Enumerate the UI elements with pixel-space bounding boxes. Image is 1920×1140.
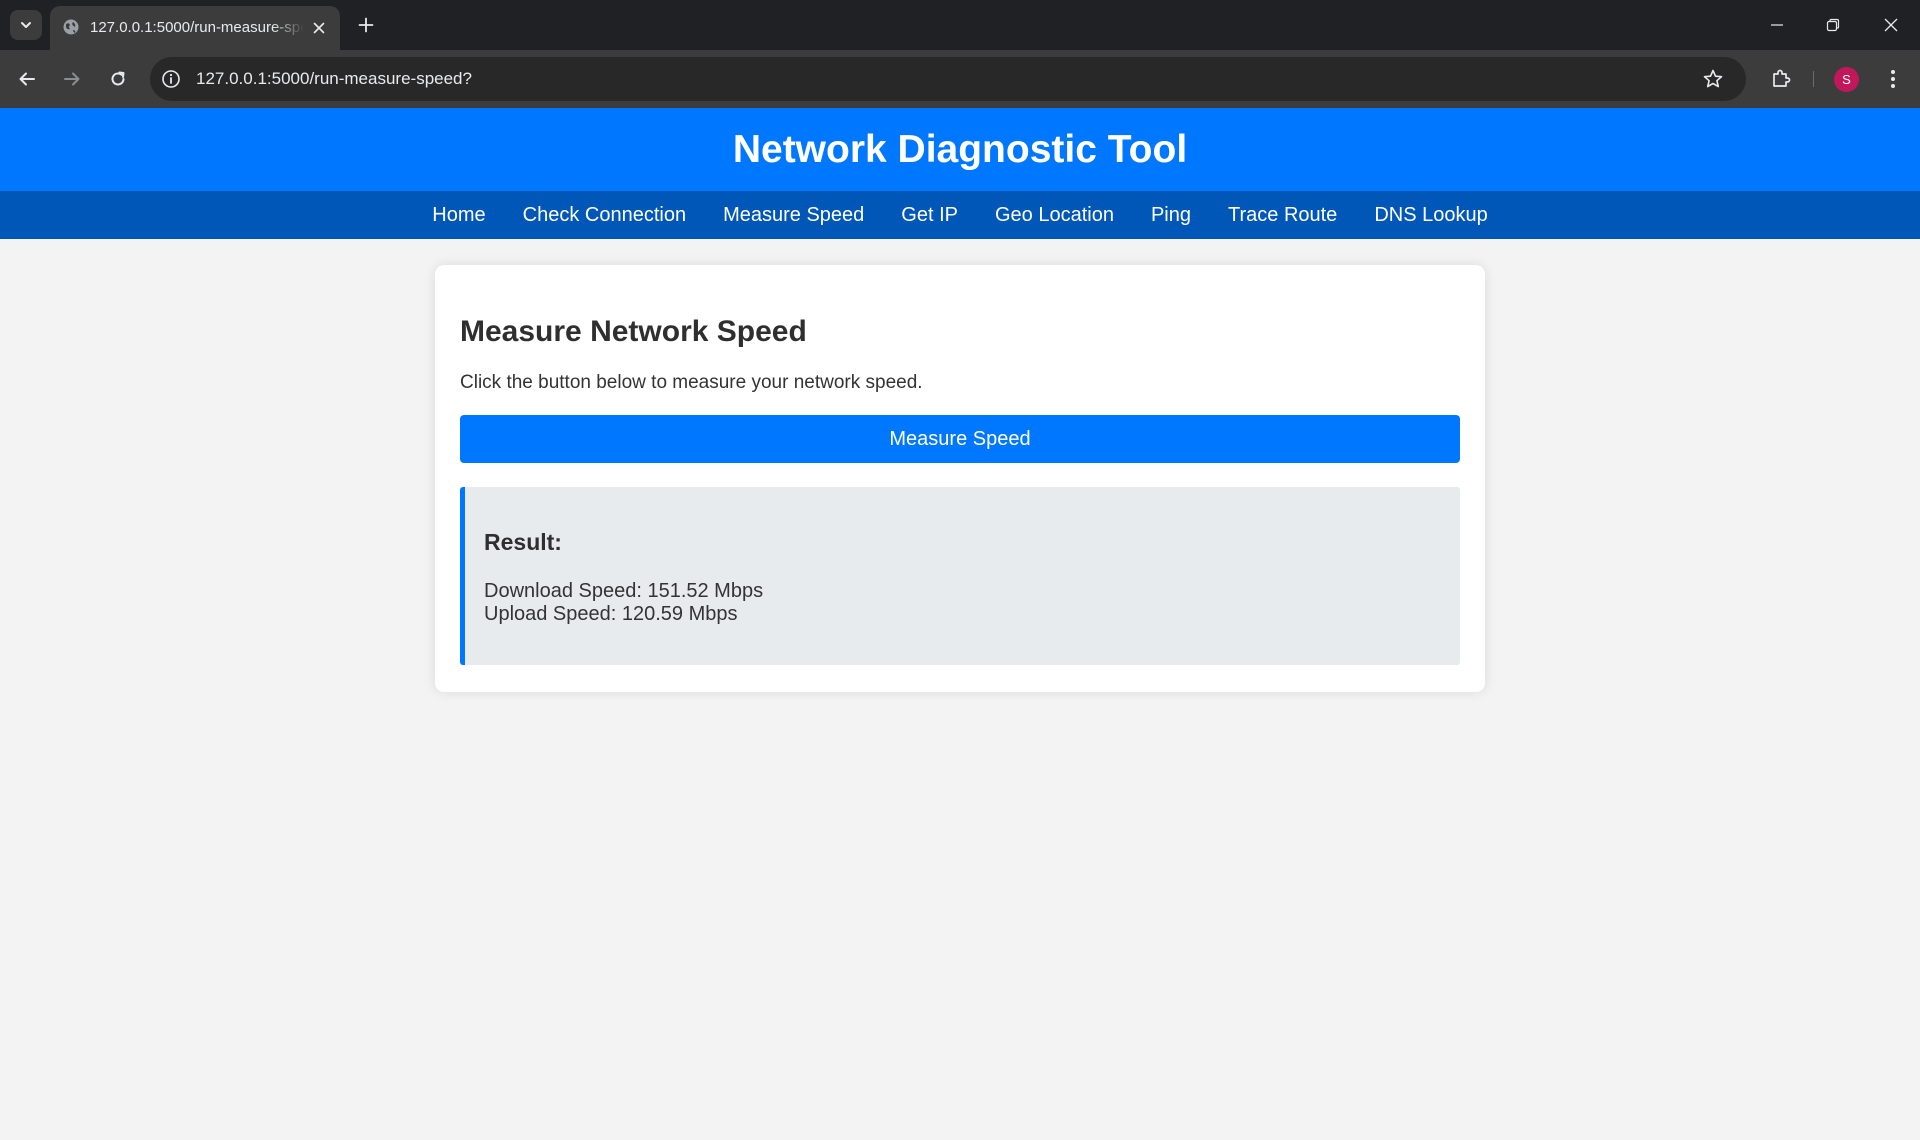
reload-button[interactable] xyxy=(103,64,133,94)
toolbar-divider xyxy=(1813,71,1814,87)
star-icon[interactable] xyxy=(1702,68,1724,90)
restore-button[interactable] xyxy=(1816,10,1850,40)
browser-menu-button[interactable] xyxy=(1878,64,1908,94)
puzzle-icon xyxy=(1773,69,1791,87)
upload-speed-text: Upload Speed: 120.59 Mbps xyxy=(484,603,738,625)
speed-card: Measure Network Speed Click the button b… xyxy=(435,265,1485,692)
nav-link-geo-location[interactable]: Geo Location xyxy=(995,191,1114,239)
result-title: Result: xyxy=(484,529,562,555)
chevron-down-icon xyxy=(21,22,31,28)
address-bar[interactable]: 127.0.0.1:5000/run-measure-speed? xyxy=(150,57,1746,101)
nav-link-dns-lookup[interactable]: DNS Lookup xyxy=(1374,191,1487,239)
minimize-button[interactable] xyxy=(1760,10,1794,40)
site-header: Network Diagnostic Tool xyxy=(0,108,1920,191)
avatar[interactable]: S xyxy=(1834,67,1859,92)
globe-icon xyxy=(63,19,79,35)
browser-toolbar: 127.0.0.1:5000/run-measure-speed? S xyxy=(0,50,1920,108)
new-tab-button[interactable] xyxy=(353,12,379,38)
page-content: Network Diagnostic Tool Home Check Conne… xyxy=(0,108,1920,1140)
nav-link-home[interactable]: Home xyxy=(432,191,485,239)
result-panel: Result: Download Speed: 151.52 Mbps Uplo… xyxy=(460,487,1460,665)
nav-link-check-connection[interactable]: Check Connection xyxy=(523,191,686,239)
extensions-button[interactable] xyxy=(1766,63,1796,93)
nav-link-measure-speed[interactable]: Measure Speed xyxy=(723,191,864,239)
forward-button[interactable] xyxy=(57,64,87,94)
reload-icon xyxy=(111,71,125,86)
card-description: Click the button below to measure your n… xyxy=(460,372,923,393)
close-icon xyxy=(1884,18,1898,32)
restore-icon xyxy=(1826,18,1840,32)
tab-title: 127.0.0.1:5000/run-measure-speed? xyxy=(90,19,304,36)
info-icon[interactable] xyxy=(160,68,182,90)
site-title: Network Diagnostic Tool xyxy=(732,127,1188,171)
tab-search-button[interactable] xyxy=(10,10,42,40)
arrow-left-icon xyxy=(19,72,35,86)
measure-speed-button[interactable]: Measure Speed xyxy=(460,415,1460,463)
download-speed-text: Download Speed: 151.52 Mbps xyxy=(484,580,764,602)
arrow-right-icon xyxy=(64,72,80,86)
card-heading: Measure Network Speed xyxy=(460,315,807,348)
close-window-button[interactable] xyxy=(1874,10,1908,40)
back-button[interactable] xyxy=(12,64,42,94)
browser-tab[interactable]: 127.0.0.1:5000/run-measure-speed? xyxy=(50,6,340,50)
minimize-icon xyxy=(1771,24,1783,26)
url-text[interactable]: 127.0.0.1:5000/run-measure-speed? xyxy=(196,69,472,89)
close-icon[interactable] xyxy=(309,18,329,38)
nav-link-get-ip[interactable]: Get IP xyxy=(901,191,958,239)
plus-icon xyxy=(358,17,374,33)
browser-tab-strip: 127.0.0.1:5000/run-measure-speed? xyxy=(0,0,1920,50)
nav-link-ping[interactable]: Ping xyxy=(1151,191,1191,239)
nav-link-trace-route[interactable]: Trace Route xyxy=(1228,191,1337,239)
main-nav: Home Check Connection Measure Speed Get … xyxy=(0,191,1920,239)
more-vert-icon xyxy=(1891,70,1895,88)
